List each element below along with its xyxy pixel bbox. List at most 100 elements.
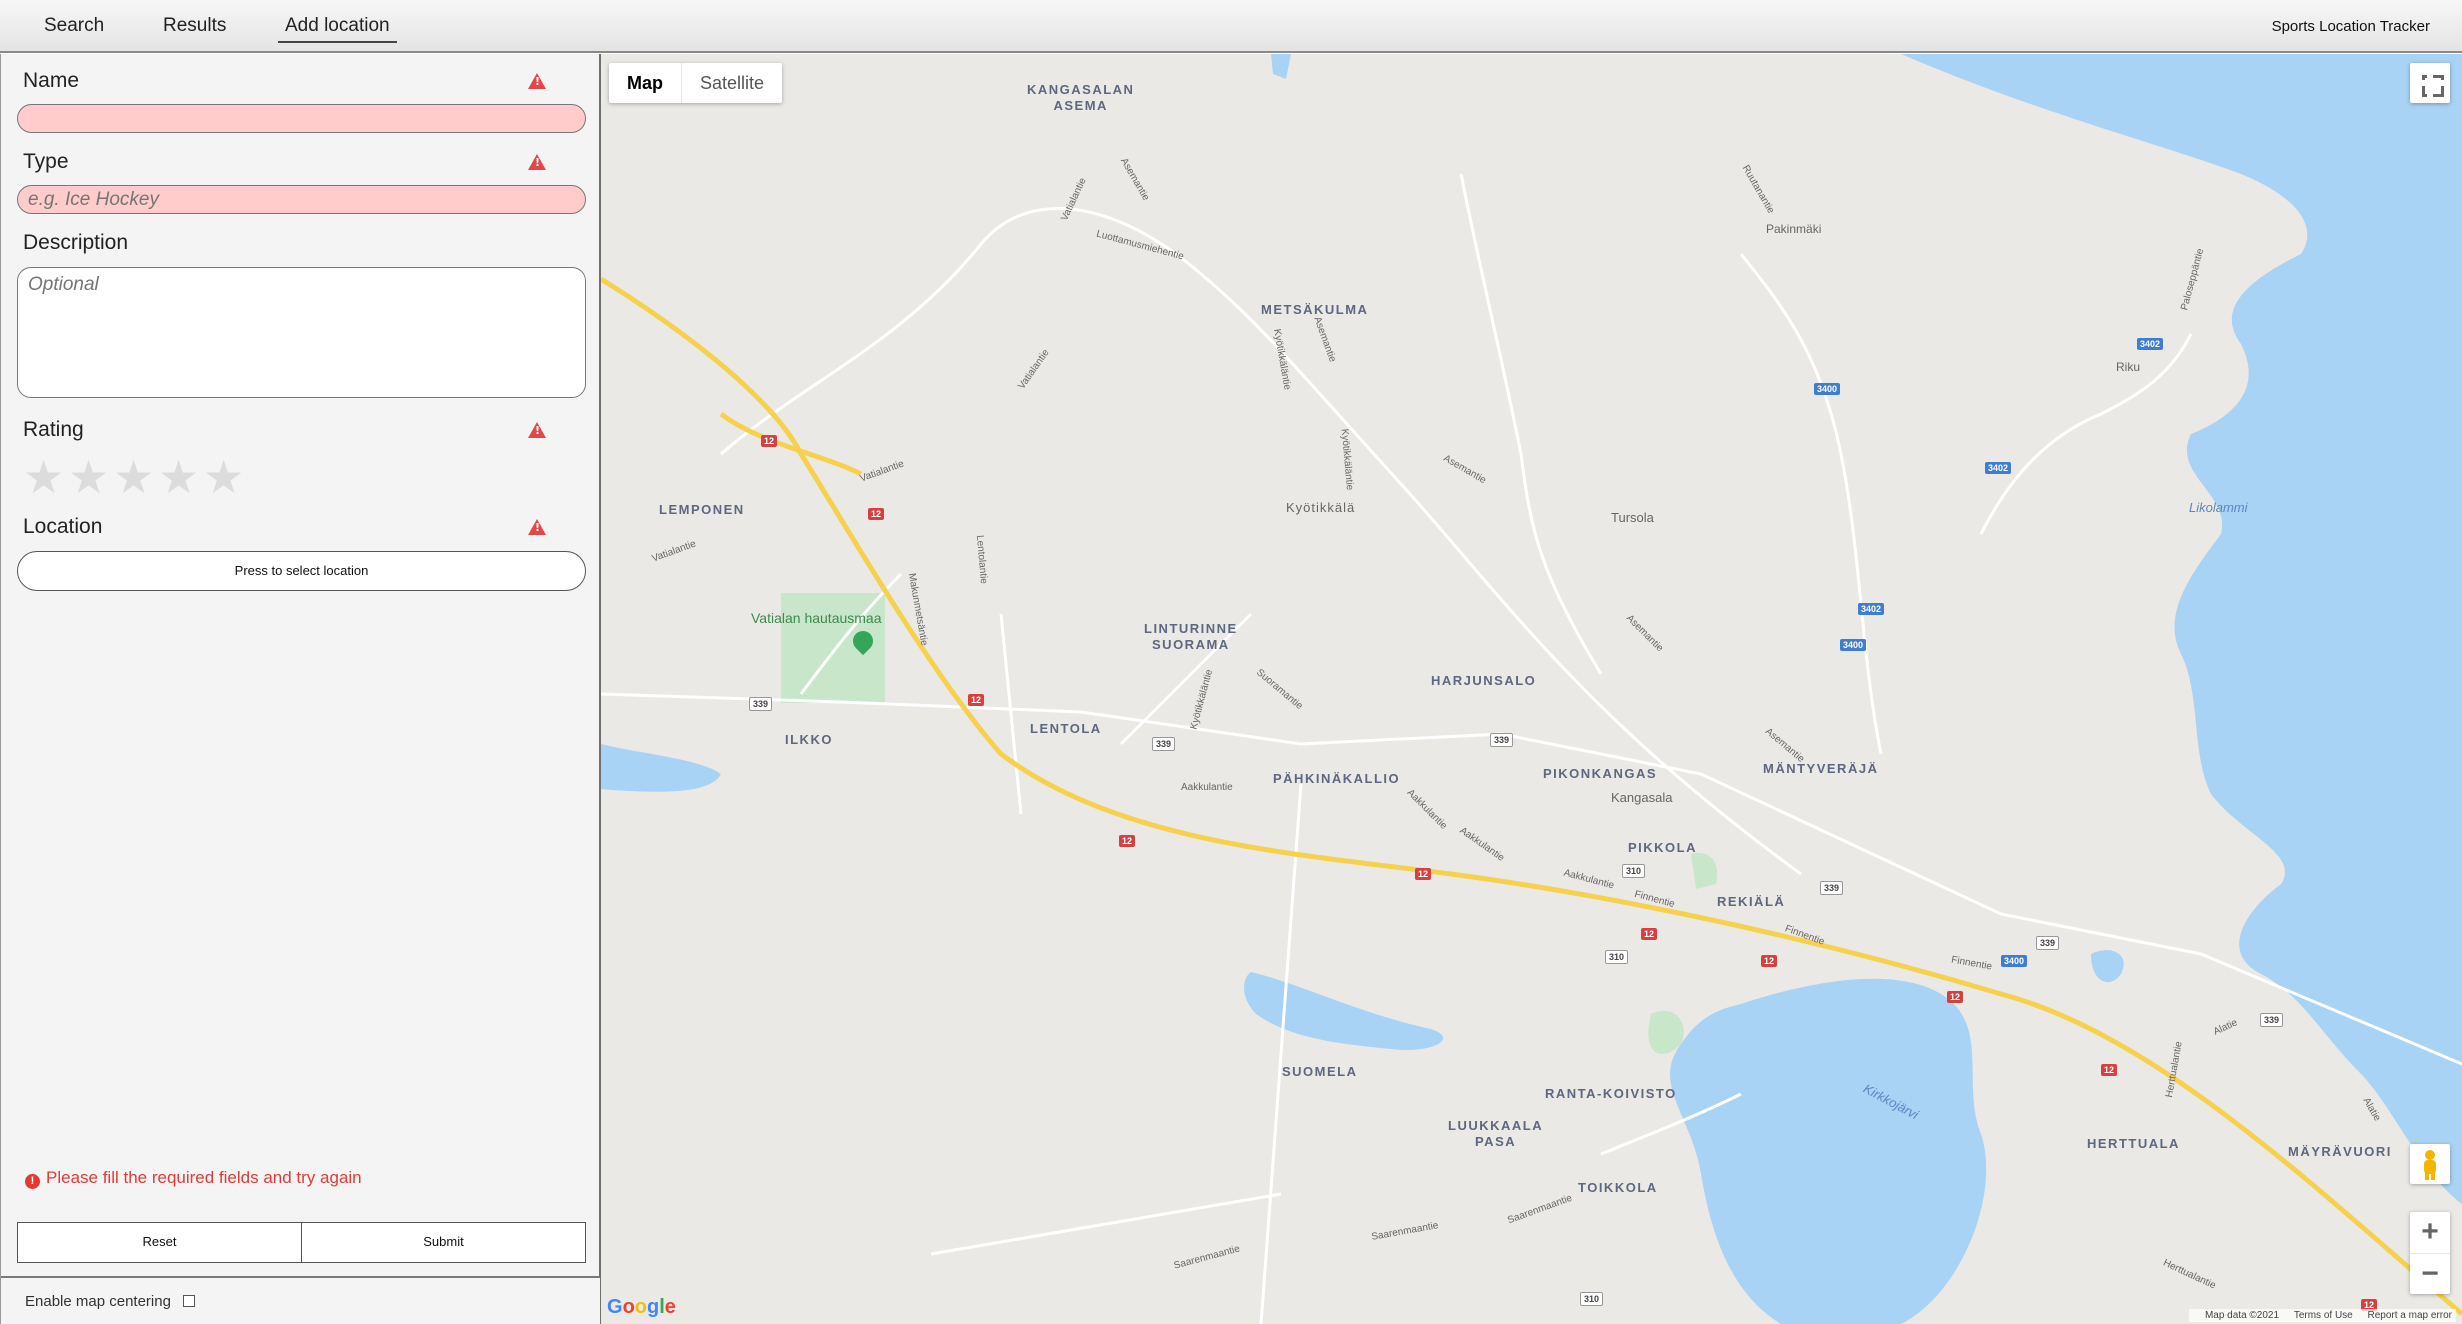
type-label: Type <box>23 150 69 173</box>
terms-of-use-link[interactable]: Terms of Use <box>2294 1310 2353 1321</box>
road-shield: 3402 <box>1858 603 1885 615</box>
place-label: KANGASALAN ASEMA <box>1027 82 1135 113</box>
road-shield: 3400 <box>1840 639 1867 651</box>
road-shield: 3402 <box>1985 462 2012 474</box>
road-shield: 339 <box>2260 1013 2284 1027</box>
warning-icon <box>528 154 546 170</box>
map-centering-label: Enable map centering <box>25 1293 171 1310</box>
tab-results[interactable]: Results <box>163 14 226 38</box>
fullscreen-icon[interactable] <box>2410 63 2450 103</box>
description-textarea[interactable] <box>17 267 586 398</box>
star-icon[interactable]: ★ <box>68 454 113 500</box>
highway-shield: 12 <box>1415 868 1432 880</box>
map-type-map-button[interactable]: Map <box>609 63 682 103</box>
pegman-icon <box>2424 1150 2436 1180</box>
star-icon[interactable]: ★ <box>23 454 68 500</box>
road-shield: 339 <box>1490 733 1514 747</box>
name-label: Name <box>23 69 80 92</box>
lake-label: Likolammi <box>2189 500 2248 515</box>
place-label: PIKKOLA <box>1628 840 1697 855</box>
zoom-control: + − <box>2410 1212 2450 1294</box>
map-type-control: Map Satellite <box>609 63 783 103</box>
zoom-in-button[interactable]: + <box>2410 1212 2450 1253</box>
place-label: TOIKKOLA <box>1578 1180 1658 1195</box>
map-data-text: Map data ©2021 <box>2204 1310 2280 1321</box>
highway-shield: 12 <box>1947 991 1964 1003</box>
star-icon[interactable]: ★ <box>158 454 203 500</box>
select-location-button[interactable]: Press to select location <box>17 551 586 591</box>
form-actions: Reset Submit <box>17 1222 586 1263</box>
lake-south <box>1244 972 1444 1050</box>
highway-shield: 12 <box>1119 835 1136 847</box>
road-shield: 310 <box>1580 1292 1604 1306</box>
lake-kirkkojarvi <box>1670 978 1987 1324</box>
place-label: LEMPONEN <box>659 502 745 517</box>
road-shield: 3400 <box>1814 383 1841 395</box>
highway-shield: 12 <box>1641 928 1658 940</box>
lake-north <box>1271 54 1291 79</box>
highway-shield: 12 <box>1761 955 1778 967</box>
report-map-error-link[interactable]: Report a map error <box>2368 1310 2452 1321</box>
road-shield: 3402 <box>2137 338 2164 350</box>
reset-button[interactable]: Reset <box>18 1223 301 1262</box>
rating-stars: ★★★★★ <box>23 454 248 500</box>
park-east <box>1648 1010 1684 1054</box>
place-label: LINTURINNE SUORAMA <box>1144 621 1238 652</box>
submit-button[interactable]: Submit <box>301 1223 585 1262</box>
location-label: Location <box>23 515 103 538</box>
error-icon: ! <box>25 1174 40 1189</box>
map-centering-footer: Enable map centering <box>1 1276 600 1324</box>
road-shield: 310 <box>1605 950 1629 964</box>
place-label: METSÄKULMA <box>1261 302 1369 317</box>
highway-shield: 12 <box>761 435 778 447</box>
place-label: Kangasala <box>1611 790 1673 805</box>
type-input[interactable] <box>17 185 586 214</box>
park-pikkola <box>1691 853 1718 889</box>
tab-add-location[interactable]: Add location <box>278 14 397 43</box>
place-label: HARJUNSALO <box>1431 673 1537 688</box>
map-centering-checkbox[interactable] <box>183 1295 195 1307</box>
description-label: Description <box>23 231 129 254</box>
place-label: LUUKKAALA PASA <box>1448 1118 1544 1149</box>
star-icon[interactable]: ★ <box>203 454 248 500</box>
zoom-out-button[interactable]: − <box>2410 1253 2450 1294</box>
place-label: HERTTUALA <box>2087 1136 2180 1151</box>
add-location-form: Name Type Description Rating ★★★★★ Locat… <box>0 54 601 1324</box>
road-shield: 339 <box>1152 737 1176 751</box>
place-label: LENTOLA <box>1030 721 1102 736</box>
poi-label: Vatialan hautausmaa <box>751 610 882 626</box>
validation-error: ! Please fill the required fields and try… <box>25 1168 362 1189</box>
street-label: Aakkulantie <box>1181 782 1233 793</box>
highway-shield: 12 <box>2101 1064 2118 1076</box>
app-title: Sports Location Tracker <box>2271 18 2430 35</box>
road-shield: 339 <box>749 697 773 711</box>
place-label: Kyötikkälä <box>1286 500 1356 515</box>
tab-search[interactable]: Search <box>44 14 104 38</box>
pegman-icon[interactable] <box>2410 1144 2450 1184</box>
lake-west <box>601 744 721 792</box>
map-attribution: Map data ©2021 Terms of Use Report a map… <box>2188 1309 2456 1322</box>
map-type-satellite-button[interactable]: Satellite <box>682 63 782 103</box>
lake-right <box>2091 950 2124 983</box>
star-icon[interactable]: ★ <box>113 454 158 500</box>
top-nav-bar: Search Results Add location Sports Locat… <box>0 0 2462 53</box>
lake-east <box>1901 54 2462 1204</box>
rating-label: Rating <box>23 418 84 441</box>
warning-icon <box>528 73 546 89</box>
road-shield: 3400 <box>2001 955 2028 967</box>
error-text: Please fill the required fields and try … <box>46 1168 362 1187</box>
place-label: MÄYRÄVUORI <box>2288 1144 2392 1159</box>
place-label: Pakinmäki <box>1766 222 1822 236</box>
road-shield: 339 <box>1820 881 1844 895</box>
name-input[interactable] <box>17 104 586 133</box>
place-label: Riku <box>2116 360 2141 374</box>
road-shield: 339 <box>2036 936 2060 950</box>
road-shield: 310 <box>1622 864 1646 878</box>
map-view[interactable]: KANGASALAN ASEMA METSÄKULMA Pakinmäki Ri… <box>601 54 2462 1324</box>
place-label: Tursola <box>1611 510 1654 525</box>
google-logo: Google <box>607 1296 676 1318</box>
place-label: PÄHKINÄKALLIO <box>1273 771 1401 786</box>
place-label: REKIÄLÄ <box>1717 894 1786 909</box>
place-label: MÄNTYVERÄJÄ <box>1763 761 1879 776</box>
place-label: PIKONKANGAS <box>1543 766 1658 781</box>
